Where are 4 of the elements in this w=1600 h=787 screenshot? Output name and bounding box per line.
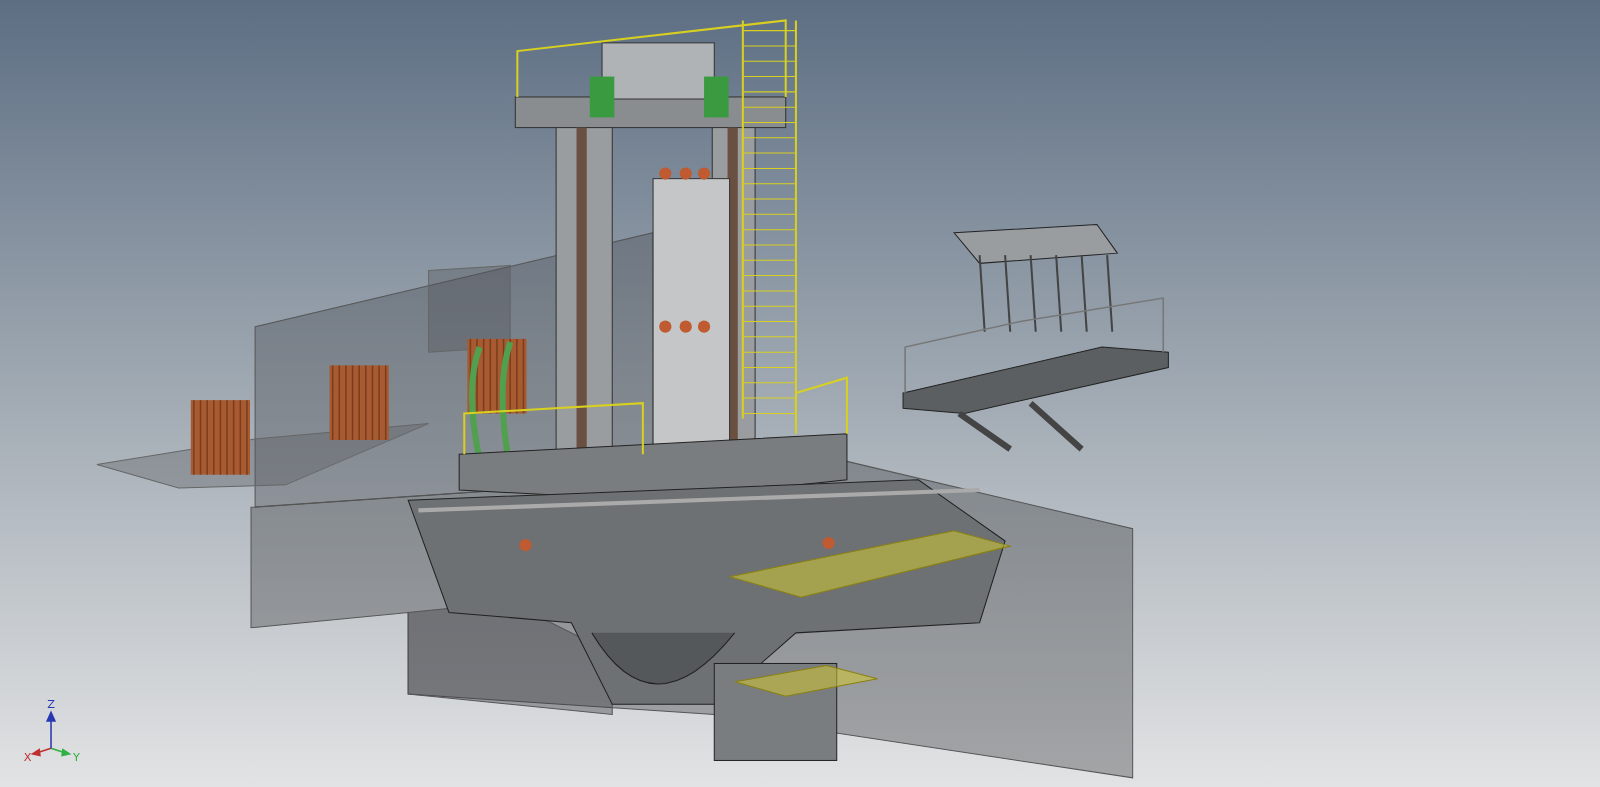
axis-label: Z [47,698,55,712]
axis-label: Y [73,751,80,765]
axis-label: X [23,751,32,765]
model-viewport[interactable]: X Y Z [0,0,1600,787]
